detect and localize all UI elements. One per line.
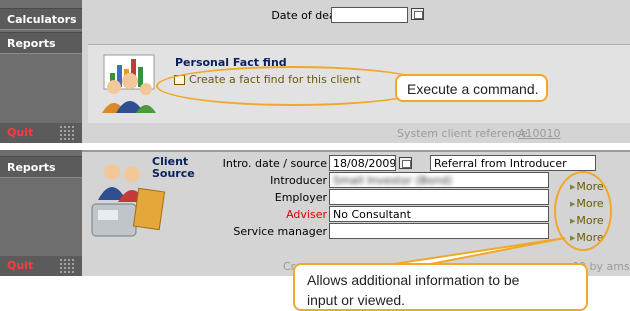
introducer-label: Introducer <box>270 174 327 187</box>
sidebar: Calculators Reports <box>0 0 82 123</box>
client-source-title-line2: Source <box>152 167 195 180</box>
system-reference-label: System client reference <box>397 127 528 140</box>
quit-area: Quit <box>0 256 82 276</box>
top-panel: Date of death Personal Fact find Create … <box>0 0 630 143</box>
introducer-input[interactable]: Small Investor (Bond) <box>329 172 549 188</box>
main-content: Date of death Personal Fact find Create … <box>82 0 630 123</box>
system-reference-value: A10010 <box>518 127 561 140</box>
employer-label: Employer <box>274 191 327 204</box>
intro-date-label: Intro. date / source <box>222 157 327 170</box>
adviser-input[interactable]: No Consultant <box>329 206 549 222</box>
sidebar-item-reports[interactable]: Reports <box>0 32 82 54</box>
employer-input[interactable] <box>329 189 549 205</box>
intro-source-select[interactable]: Referral from Introducer <box>430 155 596 171</box>
quit-area: Quit <box>0 123 82 143</box>
status-bar: Quit System client reference A10010 <box>0 123 630 143</box>
date-of-death-input[interactable] <box>331 7 408 23</box>
callout-line-1: Allows additional information to be <box>307 272 520 288</box>
calendar-icon[interactable] <box>399 157 412 169</box>
introducer-value: Small Investor (Bond) <box>333 174 453 187</box>
grid-icon[interactable] <box>59 258 75 273</box>
quit-button[interactable]: Quit <box>7 126 33 139</box>
sidebar-filler <box>0 180 82 256</box>
sidebar-item-reports[interactable]: Reports <box>0 156 82 178</box>
intro-date-input[interactable]: 18/08/2009 <box>329 155 396 171</box>
quit-button[interactable]: Quit <box>7 259 33 272</box>
adviser-label: Adviser <box>286 208 327 221</box>
bar-chart-people-icon <box>102 54 156 113</box>
callout-additional-info: Allows additional information to be inpu… <box>293 263 588 311</box>
sidebar-item-calculators[interactable]: Calculators <box>0 8 82 30</box>
grid-icon[interactable] <box>59 125 75 140</box>
calendar-icon[interactable] <box>411 8 424 20</box>
callout-line-2: input or viewed. <box>307 292 406 308</box>
sidebar: Reports <box>0 150 82 256</box>
sidebar-filler <box>0 56 82 123</box>
highlight-oval <box>156 66 432 106</box>
service-manager-label: Service manager <box>233 225 327 238</box>
callout-execute-command: Execute a command. <box>395 74 548 102</box>
